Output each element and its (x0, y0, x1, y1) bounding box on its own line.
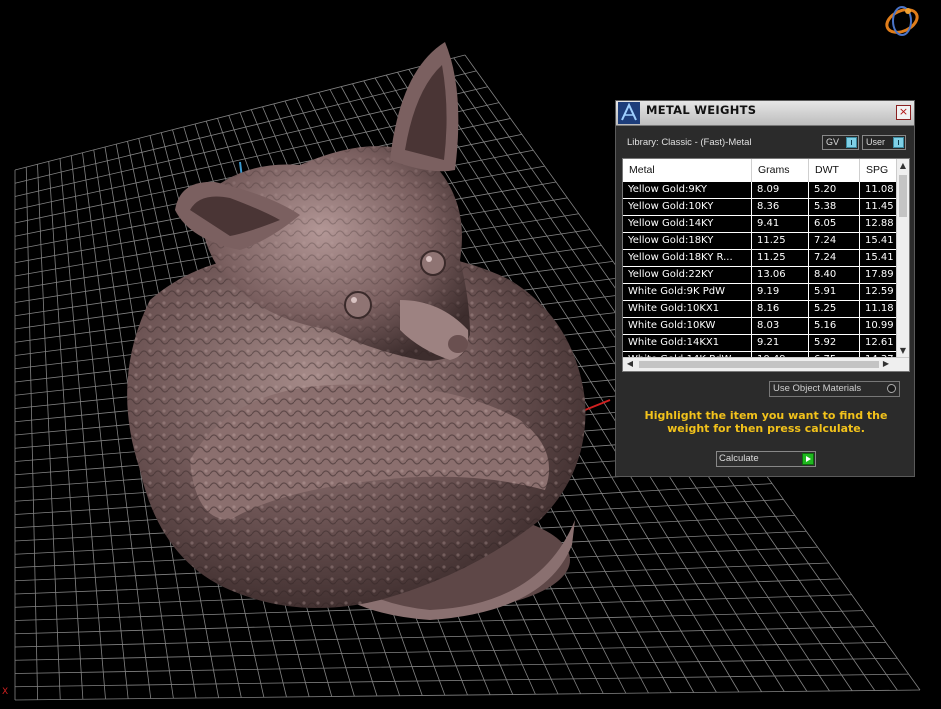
nav-ring-icon[interactable] (882, 1, 922, 41)
cell-metal: Yellow Gold:14KY (623, 216, 752, 232)
table-row[interactable]: Yellow Gold:18KY R... 11.25 7.24 15.41 (623, 250, 903, 267)
cell-dwt: 5.91 (809, 284, 860, 300)
table-row[interactable]: White Gold:9K PdW 9.19 5.91 12.59 (623, 284, 903, 301)
horizontal-scrollbar[interactable]: ◀ ▶ (623, 357, 909, 371)
cell-dwt: 8.40 (809, 267, 860, 283)
calculate-label: Calculate (719, 453, 759, 464)
cell-metal: White Gold:10KX1 (623, 301, 752, 317)
cell-metal: White Gold:14KX1 (623, 335, 752, 351)
cell-metal: Yellow Gold:18KY R... (623, 250, 752, 266)
cell-metal: White Gold:9K PdW (623, 284, 752, 300)
use-object-materials-label: Use Object Materials (773, 383, 862, 394)
axis-x-label: X (2, 687, 8, 697)
table-row[interactable]: White Gold:14KX1 9.21 5.92 12.61 (623, 335, 903, 352)
table-header: Metal Grams DWT SPG (623, 159, 903, 182)
table-row[interactable]: Yellow Gold:9KY 8.09 5.20 11.08 (623, 182, 903, 199)
horizontal-scroll-thumb[interactable] (639, 361, 879, 368)
user-toggle-label: User (866, 137, 886, 147)
vertical-scrollbar[interactable]: ▲ ▼ (896, 159, 909, 358)
cell-dwt: 5.38 (809, 199, 860, 215)
table-row[interactable]: White Gold:10KX1 8.16 5.25 11.18 (623, 301, 903, 318)
cell-grams: 13.06 (752, 267, 809, 283)
toggle-switch-icon (893, 137, 904, 148)
scroll-up-icon[interactable]: ▲ (898, 161, 908, 171)
close-icon[interactable]: × (896, 105, 911, 120)
cell-grams: 8.03 (752, 318, 809, 334)
column-header-dwt[interactable]: DWT (809, 159, 860, 182)
scroll-left-icon[interactable]: ◀ (625, 359, 635, 369)
toggle-switch-icon (846, 137, 857, 148)
calculate-button[interactable]: Calculate (716, 451, 816, 467)
cell-dwt: 7.24 (809, 250, 860, 266)
instructions-text: Highlight the item you want to find the … (644, 409, 888, 435)
cell-metal: Yellow Gold:9KY (623, 182, 752, 198)
column-header-metal[interactable]: Metal (623, 159, 752, 182)
panel-titlebar[interactable]: METAL WEIGHTS × (616, 101, 914, 126)
library-label: Library: Classic - (Fast)-Metal (627, 137, 752, 148)
vertical-scroll-thumb[interactable] (899, 175, 907, 217)
gv-toggle[interactable]: GV (822, 135, 859, 150)
panel-title: METAL WEIGHTS (646, 103, 757, 117)
calculate-go-icon (802, 453, 814, 465)
table-row[interactable]: Yellow Gold:14KY 9.41 6.05 12.88 (623, 216, 903, 233)
metal-table[interactable]: Metal Grams DWT SPG Yellow Gold:9KY 8.09 5… (622, 158, 910, 372)
cell-dwt: 5.20 (809, 182, 860, 198)
cell-metal: Yellow Gold:10KY (623, 199, 752, 215)
cell-dwt: 5.16 (809, 318, 860, 334)
table-row[interactable]: Yellow Gold:10KY 8.36 5.38 11.45 (623, 199, 903, 216)
cell-grams: 9.41 (752, 216, 809, 232)
cell-metal: Yellow Gold:18KY (623, 233, 752, 249)
app-logo-icon (618, 102, 640, 124)
cell-dwt: 5.25 (809, 301, 860, 317)
column-header-grams[interactable]: Grams (752, 159, 809, 182)
cell-metal: Yellow Gold:22KY (623, 267, 752, 283)
gv-toggle-label: GV (826, 137, 840, 147)
scroll-right-icon[interactable]: ▶ (881, 359, 891, 369)
metal-weights-panel: METAL WEIGHTS × Library: Classic - (Fast… (615, 100, 915, 477)
fox-model[interactable] (127, 42, 586, 620)
radio-icon (887, 384, 896, 393)
cell-dwt: 6.05 (809, 216, 860, 232)
table-row[interactable]: Yellow Gold:18KY 11.25 7.24 15.41 (623, 233, 903, 250)
cell-grams: 11.25 (752, 233, 809, 249)
cell-dwt: 7.24 (809, 233, 860, 249)
axis-x-indicator (584, 399, 611, 411)
table-body: Yellow Gold:9KY 8.09 5.20 11.08 Yellow Gold:… (623, 182, 903, 369)
cell-grams: 8.36 (752, 199, 809, 215)
user-toggle[interactable]: User (862, 135, 906, 150)
cell-metal: White Gold:10KW (623, 318, 752, 334)
table-row[interactable]: Yellow Gold:22KY 13.06 8.40 17.89 (623, 267, 903, 284)
cell-dwt: 5.92 (809, 335, 860, 351)
cell-grams: 11.25 (752, 250, 809, 266)
cell-grams: 9.21 (752, 335, 809, 351)
cell-grams: 8.09 (752, 182, 809, 198)
cell-grams: 9.19 (752, 284, 809, 300)
use-object-materials-toggle[interactable]: Use Object Materials (769, 381, 900, 397)
table-row[interactable]: White Gold:10KW 8.03 5.16 10.99 (623, 318, 903, 335)
cell-grams: 8.16 (752, 301, 809, 317)
scroll-down-icon[interactable]: ▼ (898, 346, 908, 356)
